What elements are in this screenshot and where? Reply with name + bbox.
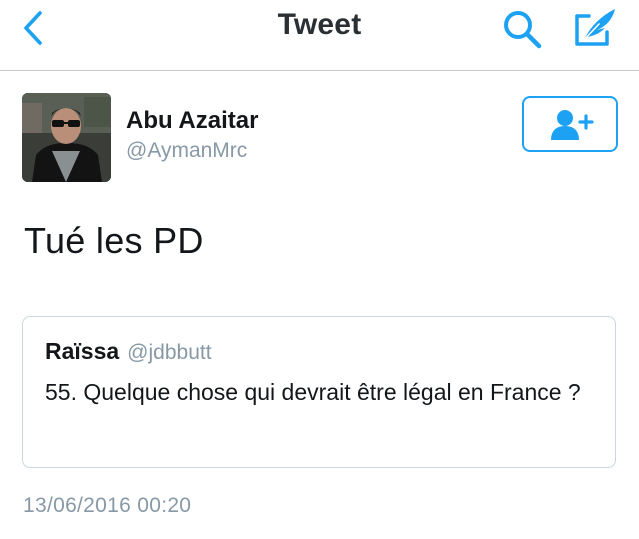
author-handle[interactable]: @AymanMrc	[126, 139, 247, 163]
search-icon	[504, 11, 542, 49]
tweet-timestamp: 13/06/2016 00:20	[23, 494, 192, 517]
navigation-bar: Tweet	[0, 0, 639, 71]
profile-photo-icon	[22, 93, 111, 182]
author-name[interactable]: Abu Azaitar	[126, 107, 258, 135]
compose-quill-icon	[575, 9, 615, 46]
tweet-text: Tué les PD	[24, 220, 204, 261]
add-user-icon	[551, 110, 594, 140]
quoted-tweet-card[interactable]: Raïssa @jdbbutt 55. Quelque chose qui dev…	[22, 316, 616, 468]
follow-button[interactable]	[522, 96, 618, 152]
search-button[interactable]	[497, 4, 547, 54]
compose-button[interactable]	[569, 2, 621, 54]
avatar[interactable]	[22, 93, 111, 182]
tweet-detail-screen: Tweet Abu Azaitar @AymanMrc Tué les PD R…	[0, 0, 639, 539]
quoted-author-name: Raïssa	[45, 338, 120, 364]
quoted-tweet-text: 55. Quelque chose qui devrait être légal…	[45, 379, 581, 405]
quoted-author-handle: @jdbbutt	[127, 341, 212, 364]
quoted-tweet-header: Raïssa @jdbbutt	[45, 338, 212, 365]
